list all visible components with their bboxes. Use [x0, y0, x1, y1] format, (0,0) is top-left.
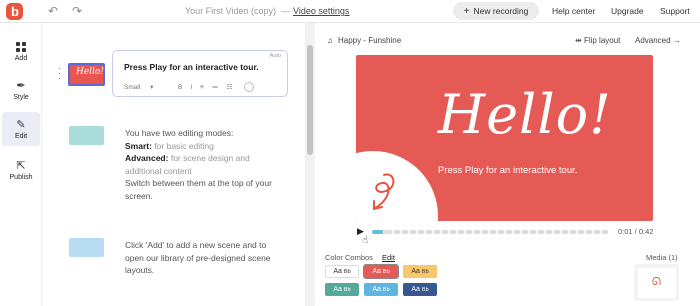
new-recording-button[interactable]: + New recording [453, 2, 539, 20]
preview-panel: ♫ Happy - Funshine ⇹ Flip layout Advanced… [315, 23, 700, 306]
sidebar-item-style[interactable]: ✒ Style [2, 73, 40, 107]
bullet-list-button[interactable]: ≔ [212, 83, 219, 91]
swatch-text: Aa [411, 268, 420, 275]
color-combo-5[interactable]: Aa Bb [364, 283, 398, 296]
upgrade-link[interactable]: Upgrade [611, 6, 644, 16]
sidebar-item-publish[interactable]: ⇱ Publish [2, 153, 40, 187]
grid-icon [16, 42, 26, 52]
scene-thumbnail-3[interactable] [69, 238, 104, 257]
text-size-value: Small [124, 84, 141, 91]
scene-list: · · · Hello! Auto Press Play for an intera… [42, 23, 305, 306]
color-combos-label: Color Combos [325, 253, 373, 262]
sidebar-item-label: Publish [9, 174, 33, 181]
smart-desc: for basic editing [154, 140, 214, 151]
title-separator: — [281, 6, 290, 16]
undo-icon[interactable]: ↶ [48, 4, 58, 18]
app-logo[interactable]: b [6, 3, 23, 20]
swatch-sub: Bb [382, 268, 390, 275]
help-intro: You have two editing modes: [125, 128, 234, 138]
playback-time: 0:01 / 0:42 [618, 227, 654, 236]
video-preview[interactable]: Hello! Press Play for an interactive tou… [356, 55, 653, 221]
swatch-sub: Bb [343, 286, 351, 293]
sidebar-item-label: Style [13, 94, 29, 101]
music-title: Happy - Funshine [338, 36, 402, 45]
help-outro: Switch between them at the top of your s… [125, 178, 272, 201]
scene-thumbnail-2[interactable] [69, 126, 104, 145]
swatch-text: Aa [411, 286, 420, 293]
text-size-select[interactable]: Small ▾ [124, 83, 170, 91]
swatch-sub: Bb [421, 268, 429, 275]
scene-thumbnail-1[interactable]: Hello! [68, 63, 105, 86]
mouse-cursor-icon: ☝ [362, 235, 369, 246]
color-combo-1[interactable]: Aa Bb [325, 265, 359, 278]
timeline-progress [372, 230, 383, 234]
numbered-list-button[interactable]: ☷ [226, 83, 232, 91]
swatch-sub: Bb [382, 286, 390, 293]
video-title[interactable]: Your First Video (copy) [185, 6, 276, 16]
video-settings-link[interactable]: Video settings [293, 6, 349, 16]
color-combos-edit-link[interactable]: Edit [382, 253, 395, 262]
advanced-label: Advanced: [125, 153, 169, 163]
color-combo-2[interactable]: Aa Bb [363, 264, 399, 279]
redo-icon[interactable]: ↷ [72, 4, 82, 18]
media-thumbnail[interactable]: ᘏ [634, 264, 679, 301]
color-combo-4[interactable]: Aa Bb [325, 283, 359, 296]
help-text-add: Click 'Add' to add a new scene and to op… [125, 240, 271, 275]
flip-layout-button[interactable]: ⇹ Flip layout [575, 36, 620, 45]
hello-thumbnail-text: Hello! [76, 67, 104, 77]
swatch-text: Aa [333, 286, 342, 293]
swirl-thumbnail-icon: ᘏ [637, 267, 676, 298]
new-recording-label: New recording [473, 6, 529, 16]
pencil-icon: ✎ [16, 119, 26, 131]
brush-icon: ✒ [16, 80, 26, 92]
swatch-sub: Bb [343, 268, 351, 275]
format-toolbar: Small ▾ B I ≡ ≔ ☷ [124, 82, 262, 92]
swatch-text: Aa [372, 268, 381, 275]
scene-list-scrollbar[interactable] [305, 23, 315, 306]
timeline-scrubber[interactable] [372, 230, 609, 234]
scene-text-input[interactable]: Press Play for an interactive tour. [124, 62, 259, 72]
scene-text-editor[interactable]: Auto Press Play for an interactive tour.… [112, 50, 288, 97]
sidebar-item-add[interactable]: Add [2, 35, 40, 69]
color-combo-6[interactable]: Aa Bb [403, 283, 437, 296]
swirl-arrow-icon [373, 173, 395, 210]
help-center-link[interactable]: Help center [552, 6, 595, 16]
italic-button[interactable]: I [190, 84, 192, 91]
music-note-icon: ♫ [327, 36, 333, 45]
swatch-text: Aa [333, 268, 342, 275]
music-track[interactable]: ♫ Happy - Funshine [327, 36, 401, 45]
support-link[interactable]: Support [660, 6, 690, 16]
help-text-modes: You have two editing modes: Smart: for b… [125, 127, 285, 202]
smart-label: Smart: [125, 140, 152, 151]
auto-tag[interactable]: Auto [270, 53, 281, 59]
sidebar-item-edit[interactable]: ✎ Edit [2, 112, 40, 146]
flip-layout-label: Flip layout [583, 36, 621, 45]
video-subtitle: Press Play for an interactive tour. [438, 165, 578, 176]
advanced-mode-button[interactable]: Advanced → [635, 36, 681, 45]
text-color-picker[interactable] [244, 82, 255, 92]
top-bar: b ↶ ↷ Your First Video (copy) — Video se… [0, 0, 700, 23]
sidebar-item-label: Add [14, 55, 28, 62]
sidebar-item-label: Edit [14, 133, 28, 140]
media-label: Media (1) [646, 253, 678, 262]
swatch-text: Aa [372, 286, 381, 293]
align-button[interactable]: ≡ [200, 84, 204, 91]
hello-title: Hello! [438, 83, 612, 146]
share-icon: ⇱ [16, 160, 26, 172]
plus-icon: + [463, 5, 470, 17]
drag-handle-icon[interactable]: · · · [58, 64, 61, 84]
bold-button[interactable]: B [178, 84, 182, 91]
swatch-sub: Bb [421, 286, 429, 293]
left-sidebar: Add ✒ Style ✎ Edit ⇱ Publish [0, 23, 42, 306]
advanced-label: Advanced [635, 36, 671, 45]
color-combo-3[interactable]: Aa Bb [403, 265, 437, 278]
